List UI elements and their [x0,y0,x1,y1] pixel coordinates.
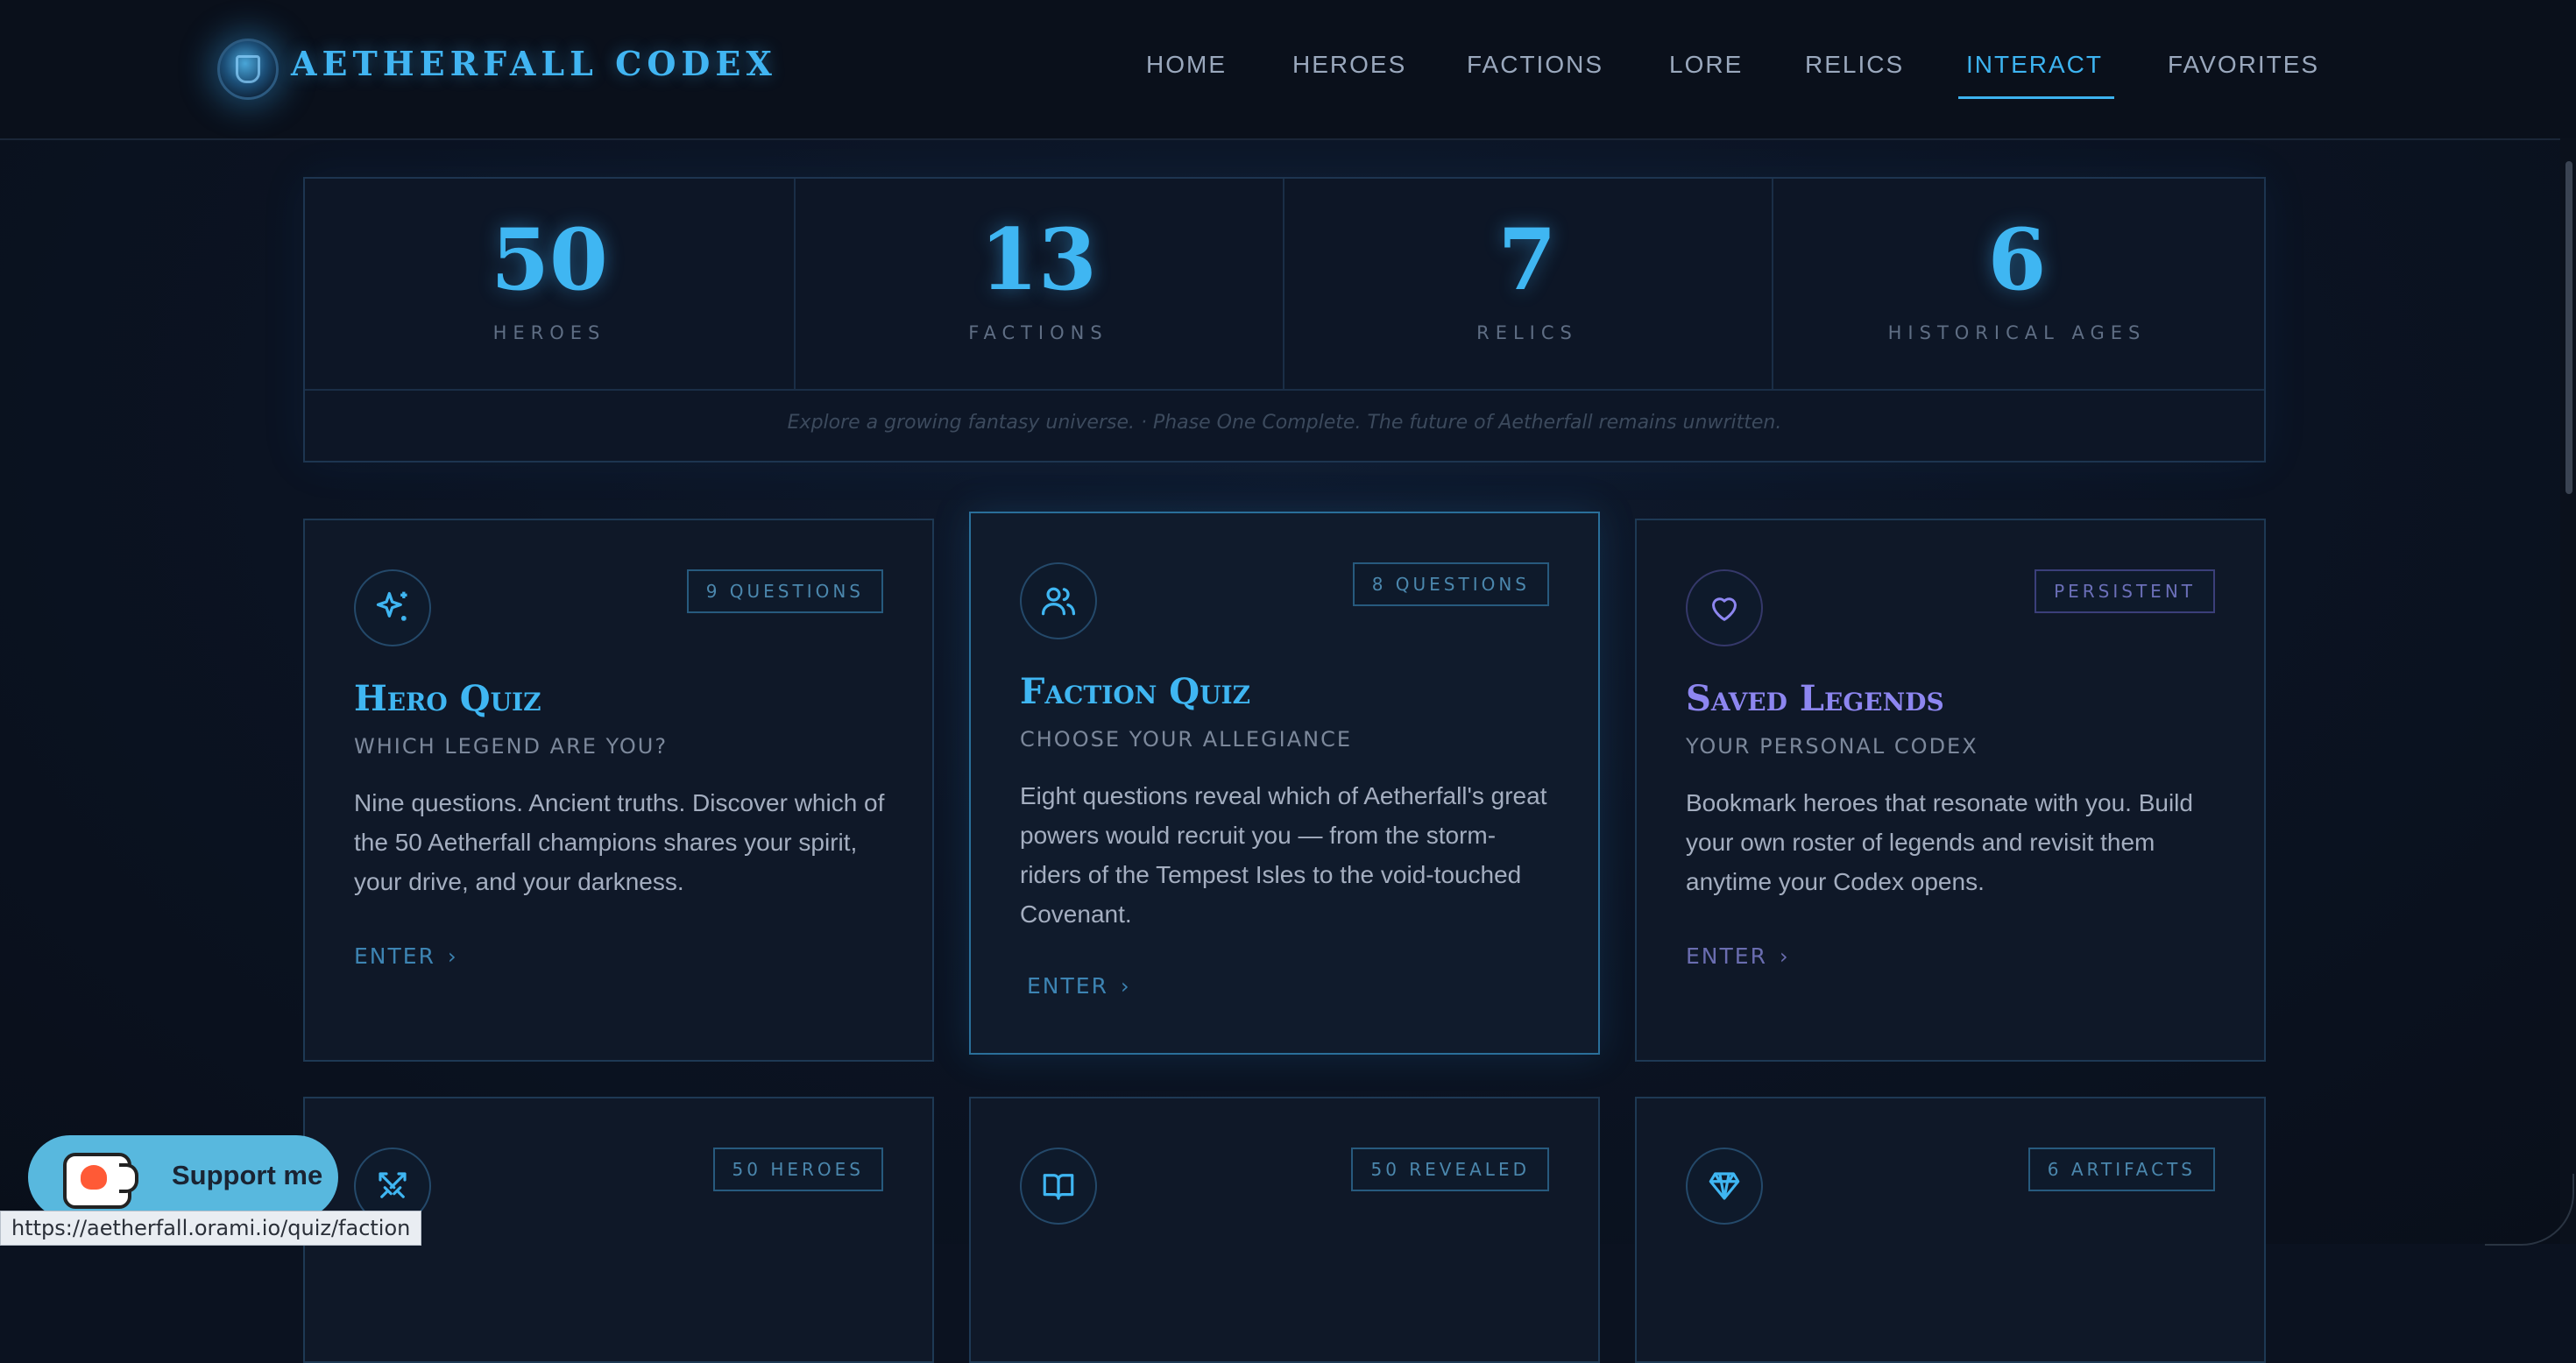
enter-label: ENTER [1686,943,1767,969]
enter-link[interactable]: ENTER › [1027,973,1131,999]
enter-label: ENTER [354,943,435,969]
stat-value: 7 [1497,210,1557,309]
heart-icon [1686,569,1763,646]
count-badge: 6 ARTIFACTS [2028,1148,2215,1191]
page: AETHERFALL CODEX HOME HEROES FACTIONS LO… [0,0,2576,1363]
nav-favorites[interactable]: FAVORITES [2168,51,2319,79]
stat-value: 50 [491,210,608,309]
nav-interact[interactable]: INTERACT [1966,51,2103,79]
stat-value: 6 [1987,210,2047,309]
nav-heroes[interactable]: HEROES [1292,51,1406,79]
count-badge: 50 HEROES [712,1148,883,1191]
chevron-right-icon: › [1120,974,1131,999]
stat-relics: 7 RELICS [1283,179,1773,389]
chevron-right-icon: › [1779,944,1790,969]
card-description: Bookmark heroes that resonate with you. … [1686,789,2193,895]
nav-factions[interactable]: FACTIONS [1467,51,1603,79]
saved-legends-card[interactable]: PERSISTENT Saved Legends YOUR PERSONAL C… [1635,519,2266,1062]
stat-label: FACTIONS [968,322,1108,343]
hero-quiz-card[interactable]: 9 QUESTIONS Hero Quiz WHICH LEGEND ARE Y… [303,519,934,1062]
support-label: Support me [172,1160,323,1190]
gem-icon [1686,1148,1763,1225]
stats-divider [305,389,2264,391]
link-preview-status: https://aetherfall.orami.io/quiz/faction [0,1211,422,1246]
nav-lore[interactable]: LORE [1669,51,1743,79]
card-subtitle: CHOOSE YOUR ALLEGIANCE [1020,727,1353,752]
stat-factions: 13 FACTIONS [794,179,1284,389]
open-book-icon [1020,1148,1097,1225]
card-subtitle: WHICH LEGEND ARE YOU? [354,734,669,759]
card-title: Hero Quiz [354,678,541,719]
question-count-badge: 9 QUESTIONS [686,569,883,613]
scrollbar-thumb[interactable] [2565,161,2572,494]
stat-heroes: 50 HEROES [305,179,796,389]
codex-emblem-icon[interactable] [217,39,279,100]
stat-value: 13 [980,210,1097,309]
cup-handle [119,1163,138,1193]
card-description: Nine questions. Ancient truths. Discover… [354,789,885,895]
top-nav: AETHERFALL CODEX HOME HEROES FACTIONS LO… [0,0,2576,140]
stats-tagline: Explore a growing fantasy universe. · Ph… [787,412,1782,434]
stat-historical-ages: 6 HISTORICAL AGES [1772,179,2262,389]
enter-label: ENTER [1027,973,1108,999]
enter-link[interactable]: ENTER › [354,943,458,969]
question-count-badge: 8 QUESTIONS [1352,562,1549,606]
stats-panel: 50 HEROES 13 FACTIONS 7 RELICS 6 HISTORI… [303,177,2266,463]
nav-home[interactable]: HOME [1146,51,1227,79]
chevron-right-icon: › [447,944,458,969]
count-badge: 50 REVEALED [1351,1148,1549,1191]
active-nav-indicator [1958,96,2114,99]
relics-card[interactable]: 6 ARTIFACTS [1635,1097,2266,1363]
enter-link[interactable]: ENTER › [1686,943,1790,969]
stat-label: HEROES [492,322,606,343]
users-icon [1020,562,1097,639]
persistent-badge: PERSISTENT [2035,569,2215,613]
brand-title[interactable]: AETHERFALL CODEX [291,44,777,83]
card-subtitle: YOUR PERSONAL CODEX [1686,734,1978,759]
faction-quiz-card[interactable]: 8 QUESTIONS Faction Quiz CHOOSE YOUR ALL… [969,512,1600,1055]
card-description: Eight questions reveal which of Aetherfa… [1020,782,1547,928]
nav-relics[interactable]: RELICS [1805,51,1904,79]
sparkles-icon [354,569,431,646]
support-me-button[interactable]: Support me [28,1135,338,1219]
card-title: Saved Legends [1686,678,1944,719]
card-title: Faction Quiz [1020,671,1251,712]
lore-card[interactable]: 50 REVEALED [969,1097,1600,1363]
stat-label: RELICS [1476,322,1578,343]
stat-label: HISTORICAL AGES [1887,322,2147,343]
